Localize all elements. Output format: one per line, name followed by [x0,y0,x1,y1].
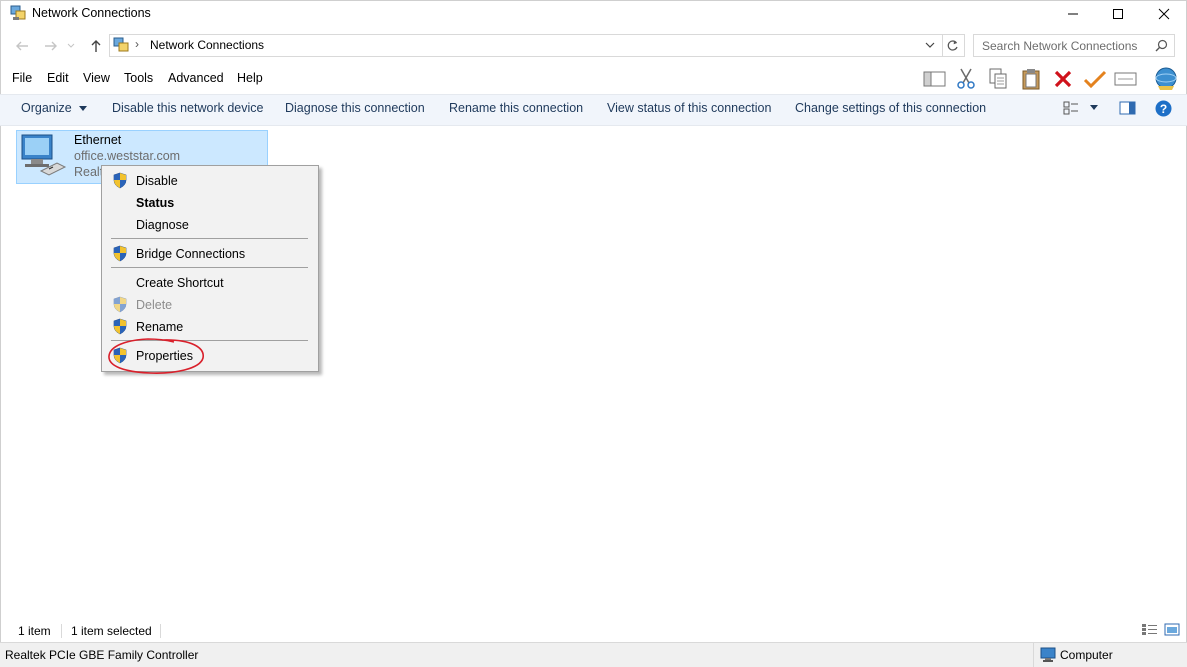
item-adapter: Realt [74,165,104,179]
ctx-bridge-connections[interactable]: Bridge Connections [136,247,245,261]
address-bar[interactable]: › Network Connections [109,34,965,57]
network-connections-icon [10,5,26,20]
up-button[interactable] [86,36,106,56]
chevron-down-icon [79,105,88,111]
status-row: 1 item 1 item selected [0,620,1187,640]
menu-tools[interactable]: Tools [124,71,153,85]
divider [942,35,943,56]
paste-icon[interactable] [1021,68,1041,90]
item-network: office.weststar.com [74,149,181,163]
item-name: Ethernet [74,133,122,147]
selection-count: 1 item selected [71,624,152,638]
cut-icon[interactable] [956,68,976,90]
ctx-diagnose[interactable]: Diagnose [136,218,189,232]
computer-icon [1040,647,1056,662]
divider [160,624,161,638]
rename-connection-button[interactable]: Rename this connection [449,101,583,115]
uac-shield-icon [113,318,127,335]
menu-view[interactable]: View [83,71,110,85]
view-status-button[interactable]: View status of this connection [607,101,771,115]
large-icons-view-icon[interactable] [1164,623,1180,636]
maximize-icon [1113,9,1123,19]
network-globe-icon[interactable] [1153,66,1179,92]
item-count: 1 item [18,624,51,638]
menu-separator [111,238,308,239]
forward-arrow-icon [45,41,57,51]
forward-button[interactable] [41,36,61,56]
back-arrow-icon [16,41,28,51]
divider [1033,643,1034,667]
delete-icon[interactable] [1053,69,1073,89]
back-button[interactable] [12,36,32,56]
device-description: Realtek PCIe GBE Family Controller [5,648,199,662]
zone-label: Computer [1060,648,1113,662]
breadcrumb-chevron-icon: › [135,37,139,51]
layout-pane-icon[interactable] [923,70,947,88]
divider [61,624,62,638]
close-icon [1158,8,1170,20]
diagnose-connection-button[interactable]: Diagnose this connection [285,101,425,115]
highlight-annotation-circle [108,338,204,374]
svg-text:?: ? [1160,102,1167,116]
recent-locations-button[interactable] [64,36,78,56]
menu-file[interactable]: File [12,71,32,85]
maximize-button[interactable] [1095,0,1141,28]
minimize-button[interactable] [1050,0,1096,28]
window-title: Network Connections [32,6,151,20]
search-icon[interactable] [1155,39,1168,52]
change-settings-button[interactable]: Change settings of this connection [795,101,986,115]
close-button[interactable] [1141,0,1187,28]
preview-pane-icon[interactable] [1119,101,1136,115]
minimize-icon [1068,13,1078,15]
disable-device-button[interactable]: Disable this network device [112,101,263,115]
ctx-disable[interactable]: Disable [136,174,178,188]
uac-shield-icon [113,296,127,313]
menu-separator [111,267,308,268]
ctx-delete: Delete [136,298,173,312]
search-box[interactable]: Search Network Connections [973,34,1175,57]
status-bar: Realtek PCIe GBE Family Controller Compu… [0,642,1187,667]
title-bar: Network Connections [0,0,1187,28]
organize-button[interactable]: Organize [21,101,88,115]
ctx-rename[interactable]: Rename [136,320,183,334]
network-folder-icon [113,37,129,52]
view-options-icon[interactable] [1063,101,1079,115]
properties-icon[interactable] [1114,70,1138,88]
chevron-down-icon[interactable] [925,42,935,49]
checkmark-icon[interactable] [1083,69,1107,89]
menu-edit[interactable]: Edit [47,71,69,85]
ctx-status[interactable]: Status [136,196,174,210]
details-view-icon[interactable] [1141,623,1158,636]
ethernet-adapter-icon [21,134,67,176]
breadcrumb[interactable]: Network Connections [150,38,264,52]
refresh-icon[interactable] [946,39,959,52]
ctx-create-shortcut[interactable]: Create Shortcut [136,276,224,290]
up-arrow-icon [91,40,101,52]
uac-shield-icon [113,245,127,262]
menu-help[interactable]: Help [237,71,263,85]
search-input[interactable]: Search Network Connections [982,39,1137,53]
menu-advanced[interactable]: Advanced [168,71,224,85]
organize-label: Organize [21,101,72,115]
copy-icon[interactable] [988,68,1008,90]
chevron-down-icon[interactable] [1089,105,1099,111]
uac-shield-icon [113,172,127,189]
chevron-down-icon [67,43,75,48]
help-icon[interactable]: ? [1155,100,1172,117]
